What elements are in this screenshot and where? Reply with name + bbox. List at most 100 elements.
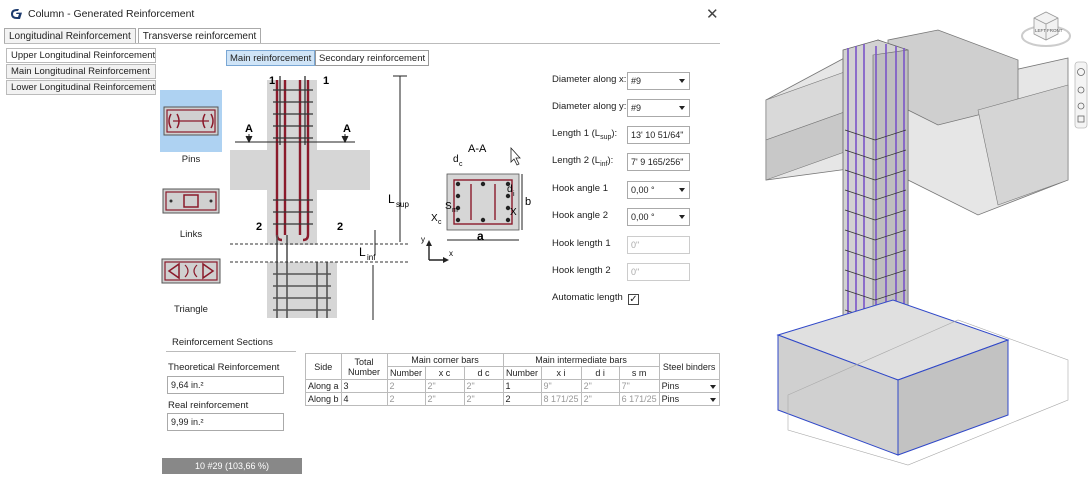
- app-logo-icon: [11, 9, 22, 19]
- section-aa-title: A-A: [468, 143, 487, 155]
- cell-inter-number[interactable]: 2: [502, 392, 542, 406]
- col-di: d i: [580, 366, 620, 380]
- triangle-label: Triangle: [174, 304, 208, 315]
- col-xc: x c: [424, 366, 465, 380]
- cell-side: Along b: [305, 392, 342, 406]
- length1-input[interactable]: 13' 10 51/64": [627, 126, 690, 144]
- diameter-y-label: Diameter along y:: [552, 101, 627, 112]
- reinforcement-sections-title: Reinforcement Sections: [172, 337, 273, 348]
- cell-xi: 8 171/25: [540, 392, 582, 406]
- cell-xc: 2": [424, 392, 465, 406]
- binder-type-pins[interactable]: [160, 90, 222, 152]
- binder-select[interactable]: Pins: [658, 392, 720, 406]
- title-bar: Column - Generated Reinforcement ✕: [0, 0, 728, 28]
- cell-xi: 9": [540, 379, 582, 393]
- binder-select[interactable]: Pins: [658, 379, 720, 393]
- section-mark-a-left: A: [245, 123, 253, 135]
- navigation-bar[interactable]: [1074, 61, 1088, 129]
- cell-corner-number: 2: [386, 392, 426, 406]
- reinforcement-part-list: Upper Longitudinal Reinforcement Main Lo…: [6, 48, 156, 96]
- axis-x-label: x: [449, 249, 453, 258]
- dim-dc-label: d: [453, 154, 459, 165]
- col-side: Side: [305, 353, 342, 380]
- cell-sm: 7": [618, 379, 660, 393]
- tab-divider: [4, 43, 720, 44]
- viewcube-icon[interactable]: LEFT FRONT: [1021, 11, 1071, 47]
- dim-dc-subscript: c: [459, 161, 463, 168]
- column-mid: [267, 190, 317, 245]
- l-sup-subscript: sup: [396, 200, 409, 209]
- dim-sm-label: S: [445, 201, 452, 212]
- links-binder-icon: [162, 188, 220, 214]
- dim-di-label: d: [507, 184, 513, 195]
- links-label: Links: [179, 229, 203, 240]
- window-title: Column - Generated Reinforcement: [28, 8, 195, 20]
- col-xi: x i: [540, 366, 582, 380]
- section-divider: [166, 351, 296, 352]
- viewcube-left-label: LEFT: [1035, 28, 1046, 33]
- real-reinforcement-value: 9,99 in.²: [167, 413, 284, 431]
- length2-label: Length 2 (Linf):: [552, 155, 614, 168]
- nav-item-upper-longitudinal[interactable]: Upper Longitudinal Reinforcement: [6, 48, 156, 63]
- diameter-x-select[interactable]: #9: [627, 72, 690, 90]
- subtab-main-reinforcement[interactable]: Main reinforcement: [226, 50, 316, 66]
- l-sup-label: L: [388, 192, 395, 206]
- pins-binder-icon: [163, 106, 219, 136]
- subtab-secondary-reinforcement[interactable]: Secondary reinforcement: [315, 50, 430, 66]
- cell-inter-number[interactable]: 1: [502, 379, 542, 393]
- nav-item-main-longitudinal[interactable]: Main Longitudinal Reinforcement: [6, 64, 156, 79]
- chevron-down-icon: [679, 215, 685, 219]
- cell-total[interactable]: 3: [340, 379, 388, 393]
- col-corner-number: Number: [386, 366, 426, 380]
- triangle-binder-icon: [161, 258, 221, 284]
- checkmark-icon: ✓: [629, 294, 638, 305]
- length2-input[interactable]: 7' 9 165/256": [627, 153, 690, 171]
- nav-item-lower-longitudinal[interactable]: Lower Longitudinal Reinforcement: [6, 80, 156, 95]
- chevron-down-icon: [679, 79, 685, 83]
- reinforcement-summary-bar: 10 #29 (103,66 %): [162, 458, 302, 474]
- length1-label: Length 1 (Lsup):: [552, 128, 618, 141]
- dim-a-label: a: [477, 229, 484, 243]
- l-inf-label: L: [359, 245, 366, 259]
- cell-xc: 2": [424, 379, 465, 393]
- chevron-down-icon: [679, 188, 685, 192]
- binder-type-links[interactable]: [160, 170, 222, 232]
- mouse-cursor-icon: [510, 146, 521, 166]
- hook-angle1-select[interactable]: 0,00 °: [627, 181, 690, 199]
- tab-longitudinal-reinforcement[interactable]: Longitudinal Reinforcement: [4, 28, 136, 44]
- dim-b-label: b: [525, 196, 531, 208]
- tab-transverse-reinforcement[interactable]: Transverse reinforcement: [137, 28, 262, 44]
- section-mark-2-left: 2: [256, 221, 262, 233]
- col-main-corner-bars: Main corner bars: [386, 353, 504, 367]
- cell-dc: 2": [463, 379, 504, 393]
- column-reinforcement-drawing: 1 1 A A 2 2 L sup L inf y x A-A a b d c …: [230, 75, 531, 320]
- automatic-length-checkbox[interactable]: ✓: [628, 294, 639, 305]
- cell-side: Along a: [305, 379, 342, 393]
- dim-xi-label: X: [510, 207, 517, 218]
- binder-type-triangle[interactable]: [160, 240, 222, 302]
- main-tabs: Longitudinal Reinforcement Transverse re…: [4, 28, 263, 44]
- theoretical-reinforcement-label: Theoretical Reinforcement: [168, 362, 280, 373]
- cell-di: 2": [580, 379, 620, 393]
- cell-di: 2": [580, 392, 620, 406]
- cell-dc: 2": [463, 392, 504, 406]
- section-mark-1-left: 1: [269, 75, 275, 87]
- diameter-y-select[interactable]: #9: [627, 99, 690, 117]
- cell-total[interactable]: 4: [340, 392, 388, 406]
- cell-corner-number: 2: [386, 379, 426, 393]
- dim-xc-subscript: c: [438, 219, 442, 226]
- col-main-intermediate-bars: Main intermediate bars: [502, 353, 660, 367]
- hook-angle2-select[interactable]: 0,00 °: [627, 208, 690, 226]
- table-row: Along a 3 2 2" 2" 1 9" 2" 7" Pins: [305, 379, 720, 393]
- col-steel-binders: Steel binders: [658, 353, 720, 380]
- hook-length1-input[interactable]: 0": [627, 236, 690, 254]
- col-inter-number: Number: [502, 366, 542, 380]
- hook-length2-input[interactable]: 0": [627, 263, 690, 281]
- close-icon[interactable]: ✕: [706, 5, 719, 23]
- col-dc: d c: [463, 366, 504, 380]
- 3d-model-view[interactable]: LEFT FRONT: [728, 0, 1091, 482]
- chevron-down-icon: [709, 385, 716, 389]
- chevron-down-icon: [709, 398, 716, 402]
- viewcube-front-label: FRONT: [1047, 28, 1063, 33]
- diameter-x-label: Diameter along x:: [552, 74, 627, 85]
